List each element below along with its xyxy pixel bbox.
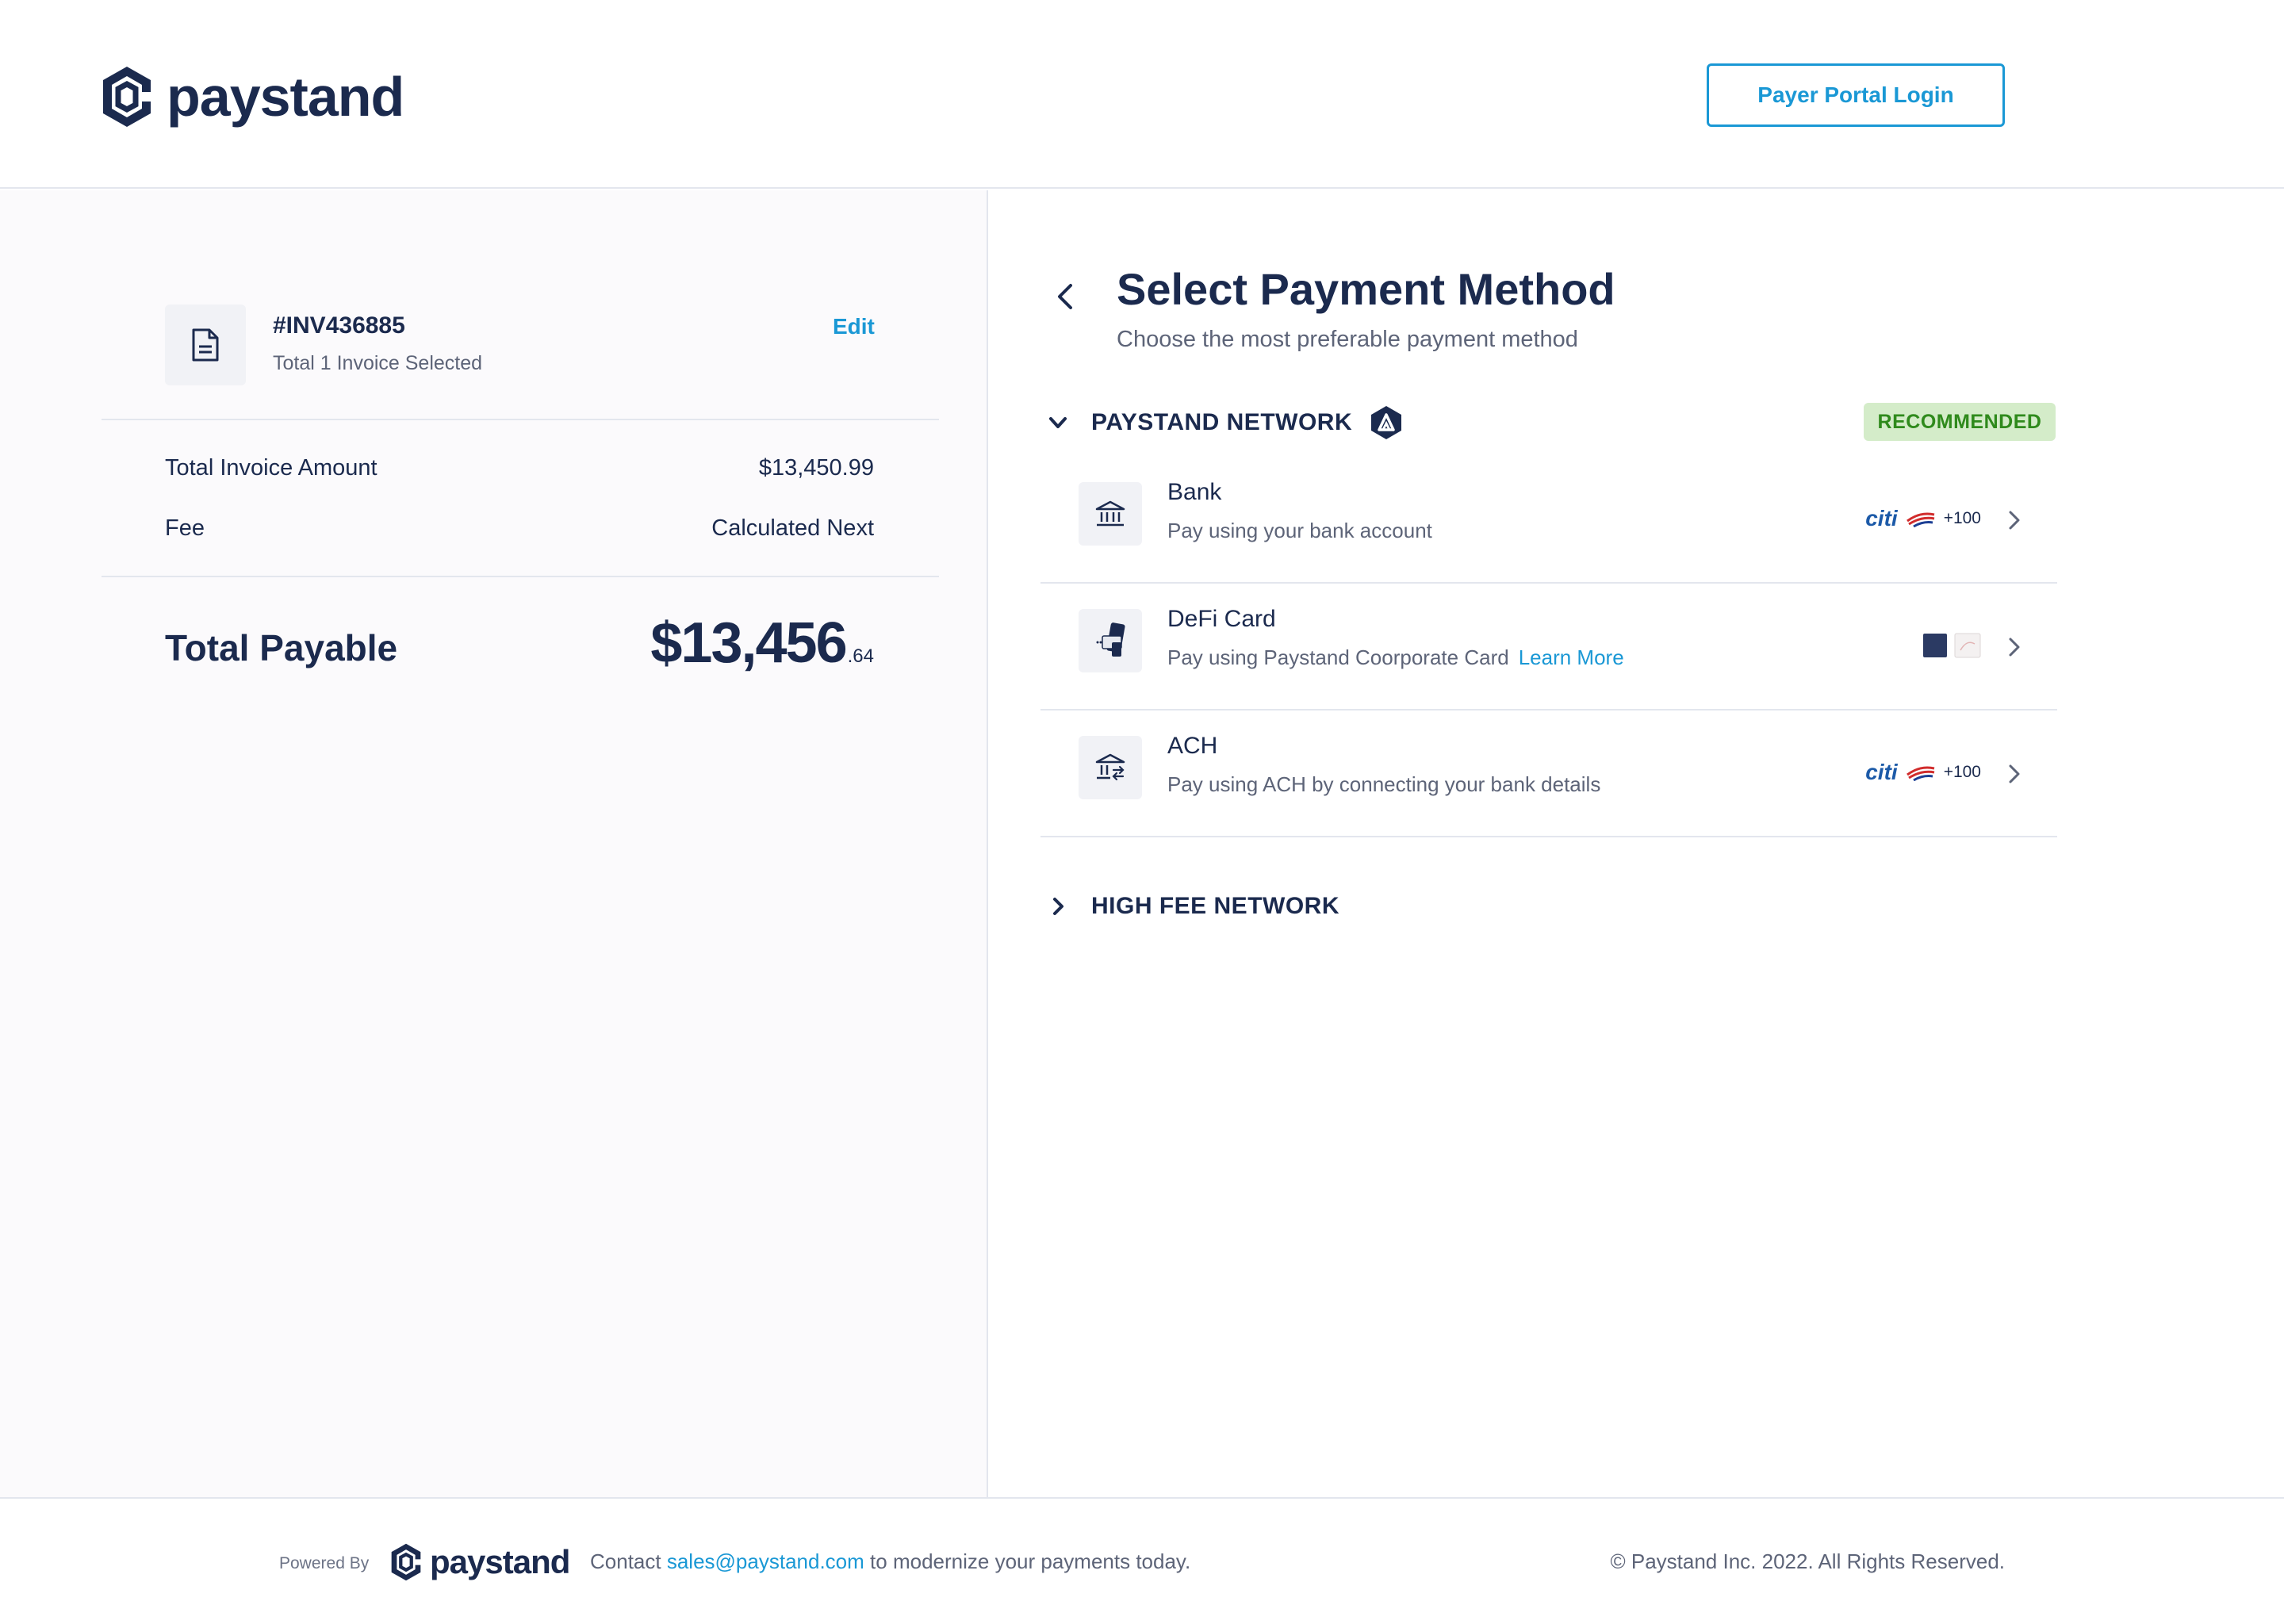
edit-invoice-link[interactable]: Edit bbox=[833, 314, 875, 339]
method-description: Pay using your bank account bbox=[1167, 519, 1432, 542]
paystand-network-toggle[interactable]: PAYSTAND NETWORK bbox=[1047, 404, 1405, 441]
payment-method-defi-card[interactable]: DeFi Card Pay using Paystand Coorporate … bbox=[1040, 584, 2057, 710]
chevron-right-icon bbox=[2009, 511, 2020, 530]
paystand-mark-icon bbox=[103, 67, 151, 127]
back-arrow-icon[interactable] bbox=[1052, 279, 1080, 314]
bank-logos: citi +100 bbox=[1865, 755, 1981, 790]
contact-email-link[interactable]: sales@paystand.com bbox=[667, 1549, 864, 1573]
citi-logo: citi bbox=[1865, 506, 1898, 530]
total-invoice-amount-value: $13,450.99 bbox=[758, 455, 874, 481]
chevron-down-icon bbox=[1049, 417, 1067, 428]
document-icon bbox=[192, 328, 219, 362]
total-payable-amount: $13,456 .64 bbox=[650, 611, 874, 676]
copyright: © Paystand Inc. 2022. All Rights Reserve… bbox=[1610, 1549, 2005, 1573]
ach-tile bbox=[1079, 736, 1142, 799]
network-shield-icon bbox=[1371, 406, 1402, 439]
footer-paystand-logo[interactable]: paystand bbox=[389, 1540, 570, 1584]
invoice-summary-panel: #INV436885 Total 1 Invoice Selected Edit… bbox=[0, 190, 988, 1497]
defi-card-tile bbox=[1079, 609, 1142, 672]
divider bbox=[102, 419, 939, 420]
method-name: DeFi Card bbox=[1167, 606, 1276, 632]
divider bbox=[102, 576, 939, 577]
method-description-text: Pay using Paystand Coorporate Card bbox=[1167, 645, 1509, 669]
chevron-right-icon bbox=[2009, 764, 2020, 783]
bank-tile bbox=[1079, 482, 1142, 546]
fee-label: Fee bbox=[165, 515, 205, 541]
powered-by-label: Powered By bbox=[279, 1554, 370, 1572]
high-fee-network-toggle[interactable]: HIGH FEE NETWORK bbox=[1047, 893, 1339, 920]
contact-text: Contact sales@paystand.com to modernize … bbox=[590, 1549, 1190, 1574]
paystand-mark-icon bbox=[391, 1543, 421, 1581]
method-description: Pay using Paystand Coorporate Card Learn … bbox=[1167, 645, 1624, 670]
recommended-badge: RECOMMENDED bbox=[1864, 403, 2056, 441]
total-payable-cents: .64 bbox=[847, 645, 874, 667]
footer: Powered By paystand Contact sales@paysta… bbox=[0, 1497, 2284, 1624]
invoice-document-tile bbox=[165, 304, 246, 385]
method-description: Pay using ACH by connecting your bank de… bbox=[1167, 772, 1601, 796]
more-banks-count: +100 bbox=[1943, 509, 1981, 527]
ach-bank-icon bbox=[1095, 753, 1125, 781]
contact-suffix: to modernize your payments today. bbox=[870, 1549, 1191, 1573]
total-invoice-amount-label: Total Invoice Amount bbox=[165, 455, 377, 481]
header: paystand Payer Portal Login bbox=[0, 0, 2284, 189]
contact-prefix: Contact bbox=[590, 1549, 661, 1573]
learn-more-link[interactable]: Learn More bbox=[1519, 645, 1624, 669]
invoice-number: #INV436885 bbox=[273, 312, 405, 339]
brand-name: paystand bbox=[167, 66, 404, 128]
dark-card-icon bbox=[1923, 634, 1947, 657]
card-phone-icon bbox=[1096, 622, 1125, 657]
more-banks-count: +100 bbox=[1943, 763, 1981, 781]
bank-logos: citi +100 bbox=[1865, 501, 1981, 536]
invoice-selected-count: Total 1 Invoice Selected bbox=[273, 352, 483, 374]
footer-brand-name: paystand bbox=[430, 1543, 570, 1580]
payer-portal-login-button[interactable]: Payer Portal Login bbox=[1707, 63, 2005, 127]
payment-method-bank[interactable]: Bank Pay using your bank account citi +1… bbox=[1040, 457, 2057, 584]
fee-value: Calculated Next bbox=[711, 515, 874, 541]
bank-of-america-logo bbox=[1906, 766, 1935, 781]
chevron-right-icon bbox=[2009, 638, 2020, 657]
method-name: ACH bbox=[1167, 733, 1218, 759]
light-card-icon bbox=[1954, 633, 1981, 658]
payment-method-ach[interactable]: ACH Pay using ACH by connecting your ban… bbox=[1040, 710, 2057, 837]
bank-icon bbox=[1095, 500, 1125, 527]
chevron-right-icon bbox=[1053, 898, 1063, 915]
total-payable-label: Total Payable bbox=[165, 627, 398, 668]
bank-of-america-logo bbox=[1906, 512, 1935, 527]
card-logos bbox=[1922, 628, 1981, 663]
high-fee-network-label: HIGH FEE NETWORK bbox=[1091, 893, 1339, 919]
paystand-logo[interactable]: paystand bbox=[98, 62, 404, 132]
page-subtitle: Choose the most preferable payment metho… bbox=[1117, 327, 1578, 352]
method-name: Bank bbox=[1167, 479, 1222, 505]
total-payable-whole: $13,456 bbox=[650, 611, 847, 675]
citi-logo: citi bbox=[1865, 760, 1898, 784]
page-title: Select Payment Method bbox=[1117, 264, 1615, 314]
paystand-network-label: PAYSTAND NETWORK bbox=[1091, 409, 1353, 435]
